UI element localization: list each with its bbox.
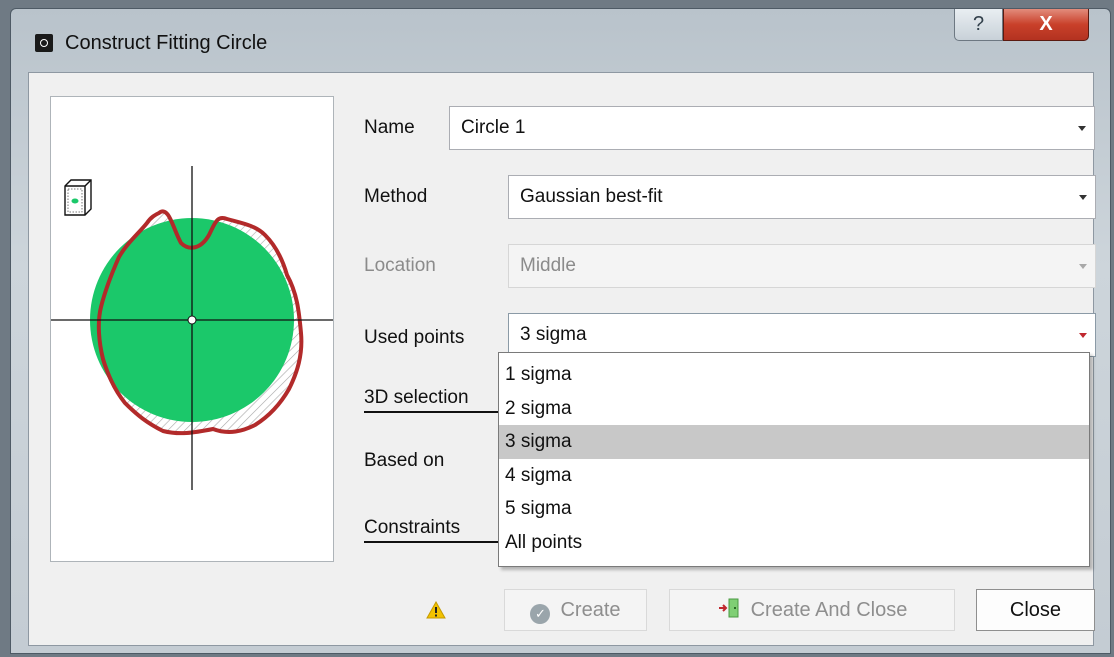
name-value: Circle 1 xyxy=(461,117,526,138)
door-exit-icon xyxy=(717,592,741,632)
3d-selection-header[interactable]: 3D selection xyxy=(364,387,514,413)
create-label: Create xyxy=(560,599,621,621)
list-item-selected[interactable]: 3 sigma xyxy=(499,425,1089,459)
used-points-label: Used points xyxy=(364,327,465,348)
chevron-down-icon[interactable] xyxy=(1079,333,1087,338)
close-label: Close xyxy=(1009,599,1062,621)
method-value: Gaussian best-fit xyxy=(520,186,663,207)
cube-view-icon[interactable] xyxy=(64,179,92,216)
list-item[interactable]: 5 sigma xyxy=(499,492,1089,526)
based-on-label: Based on xyxy=(364,450,445,471)
close-button[interactable]: Close xyxy=(976,589,1095,631)
circle-preview xyxy=(50,96,334,562)
location-label: Location xyxy=(364,255,436,276)
chevron-down-icon[interactable] xyxy=(1078,126,1086,131)
create-and-close-label: Create And Close xyxy=(750,599,908,621)
used-points-value: 3 sigma xyxy=(520,324,587,345)
name-label: Name xyxy=(364,117,415,138)
create-button: ✓ Create xyxy=(504,589,647,631)
help-button[interactable]: ? xyxy=(954,9,1003,41)
title-bar[interactable]: Construct Fitting Circle ? X xyxy=(11,9,1110,71)
list-item[interactable]: 1 sigma xyxy=(499,358,1089,392)
used-points-dropdown-list[interactable]: 1 sigma 2 sigma 3 sigma 4 sigma 5 sigma … xyxy=(498,352,1090,567)
chevron-down-icon xyxy=(1079,264,1087,269)
check-circle-icon: ✓ xyxy=(530,604,551,624)
used-points-combobox[interactable]: 3 sigma xyxy=(508,313,1096,357)
location-combobox: Middle xyxy=(508,244,1096,288)
close-window-button[interactable]: X xyxy=(1003,9,1089,41)
center-marker xyxy=(187,315,197,325)
create-and-close-button: Create And Close xyxy=(669,589,955,631)
warning-icon xyxy=(426,600,446,624)
dialog-icon xyxy=(35,34,53,52)
list-item[interactable]: 4 sigma xyxy=(499,459,1089,493)
location-value: Middle xyxy=(520,255,576,276)
dialog-title: Construct Fitting Circle xyxy=(65,32,268,54)
name-combobox[interactable]: Circle 1 xyxy=(449,106,1095,150)
preview-graphic xyxy=(51,166,333,490)
dialog-window: Construct Fitting Circle ? X Name Circle… xyxy=(10,8,1111,654)
chevron-down-icon[interactable] xyxy=(1079,195,1087,200)
constraints-header[interactable]: Constraints xyxy=(364,517,514,543)
list-item[interactable]: 2 sigma xyxy=(499,392,1089,426)
method-combobox[interactable]: Gaussian best-fit xyxy=(508,175,1096,219)
method-label: Method xyxy=(364,186,428,207)
list-item[interactable]: All points xyxy=(499,526,1089,560)
